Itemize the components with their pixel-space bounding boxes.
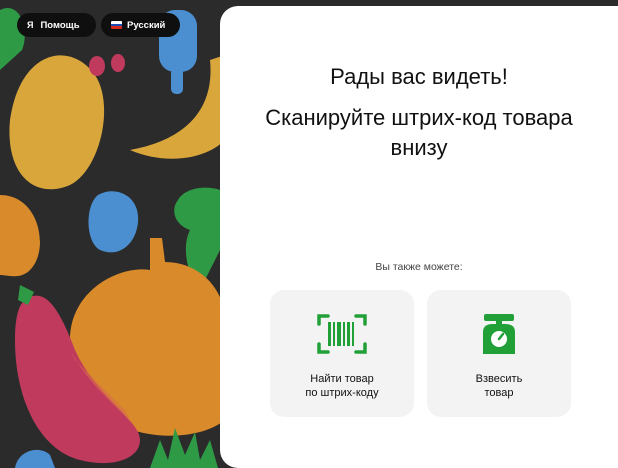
weigh-item-label-line2: товар xyxy=(484,387,514,399)
russian-flag-icon xyxy=(111,21,122,29)
help-button[interactable]: Я Помощь xyxy=(17,13,96,37)
language-label: Русский xyxy=(127,19,166,31)
weigh-item-label-line1: Взвесить xyxy=(475,373,523,385)
top-bar: Я Помощь Русский xyxy=(17,13,180,37)
find-by-barcode-label: Найти товар по штрих-коду xyxy=(305,372,378,400)
bean-shape xyxy=(111,54,125,72)
find-by-barcode-label-line2: по штрих-коду xyxy=(305,387,379,399)
also-label: Вы также можете: xyxy=(375,261,463,273)
language-button[interactable]: Русский xyxy=(101,13,180,37)
barcode-scan-icon xyxy=(317,314,367,354)
weigh-item-label: Взвесить товар xyxy=(476,372,523,400)
scan-instruction: Сканируйте штрих-код товара внизу xyxy=(265,105,573,160)
scale-icon xyxy=(483,314,515,354)
find-by-barcode-button[interactable]: Найти товар по штрих-коду xyxy=(270,290,414,417)
find-by-barcode-label-line1: Найти товар xyxy=(310,373,374,385)
greeting-heading: Рады вас видеть! xyxy=(330,64,508,89)
help-label: Помощь xyxy=(40,19,80,31)
main-panel: Рады вас видеть! Сканируйте штрих-код то… xyxy=(220,6,618,468)
weigh-item-button[interactable]: Взвесить товар xyxy=(427,290,571,417)
yandex-icon: Я xyxy=(27,20,34,30)
bean-shape xyxy=(89,56,105,76)
